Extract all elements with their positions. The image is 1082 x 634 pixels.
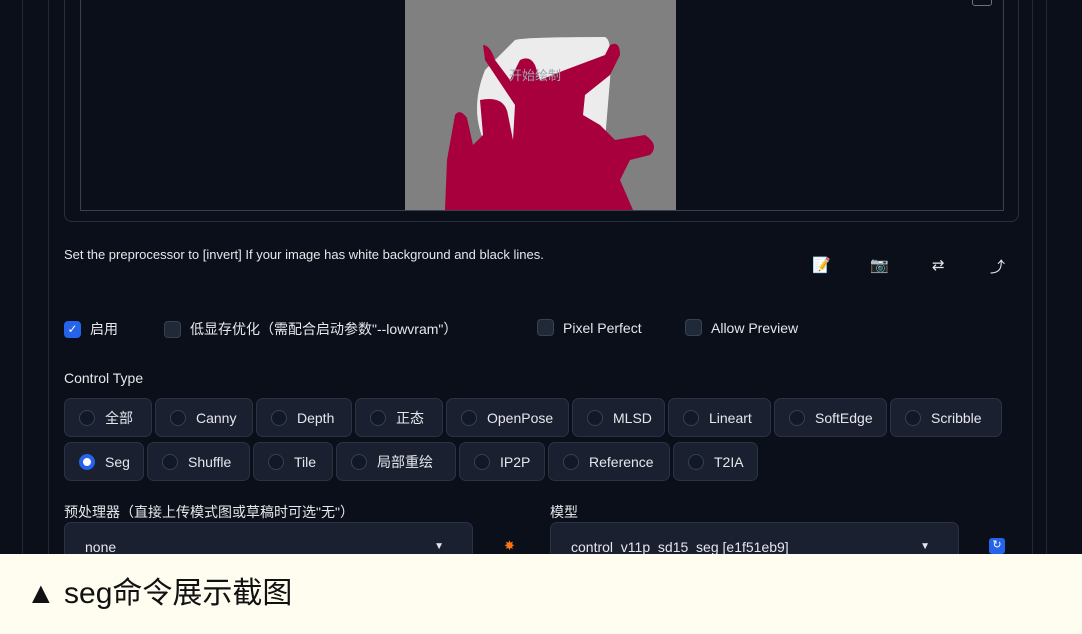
divider [22, 0, 23, 554]
checkbox-label: Allow Preview [711, 319, 799, 336]
radio-icon [461, 409, 477, 426]
radio-icon [688, 453, 704, 470]
radio-icon [271, 409, 287, 426]
option-label: Lineart [709, 409, 752, 426]
control-type-option[interactable]: IP2P [459, 442, 545, 481]
divider [48, 0, 49, 554]
control-type-option[interactable]: Scribble [890, 398, 1002, 437]
control-type-option[interactable]: SoftEdge [774, 398, 887, 437]
radio-icon [268, 453, 284, 470]
canvas-overlay-text: 开始绘制 [509, 68, 562, 83]
radio-icon [474, 453, 490, 470]
refresh-icon[interactable]: ↻ [989, 538, 1005, 554]
option-label: SoftEdge [815, 409, 873, 426]
control-type-row: Seg Shuffle Tile 局部重绘 IP2P Reference T2IA [64, 442, 758, 481]
option-label: OpenPose [487, 409, 554, 426]
radio-icon [170, 409, 186, 426]
control-type-option[interactable]: Lineart [668, 398, 771, 437]
control-type-option[interactable]: MLSD [572, 398, 665, 437]
radio-icon [162, 453, 178, 470]
swap-icon[interactable]: ⇄ [932, 256, 945, 274]
close-image-button[interactable] [972, 0, 992, 6]
option-label: MLSD [613, 409, 652, 426]
checkbox-box [164, 320, 181, 338]
control-type-option[interactable]: Seg [64, 442, 144, 481]
enable-checkbox[interactable]: ✓ 启用 [64, 319, 118, 339]
camera-icon[interactable]: 📷 [870, 256, 889, 274]
control-type-option[interactable]: Canny [155, 398, 253, 437]
control-type-option[interactable]: 全部 [64, 398, 152, 437]
control-type-option[interactable]: Tile [253, 442, 333, 481]
preprocessor-value: none [85, 539, 117, 555]
chevron-down-icon: ▼ [920, 541, 930, 552]
control-type-option[interactable]: OpenPose [446, 398, 569, 437]
radio-icon [789, 409, 805, 426]
option-label: 局部重绘 [377, 453, 433, 470]
divider [1046, 0, 1047, 554]
option-label: Canny [196, 409, 237, 426]
radio-icon [587, 409, 603, 426]
lowvram-checkbox[interactable]: 低显存优化（需配合启动参数"--lowvram"） [164, 319, 457, 339]
radio-icon [905, 409, 921, 426]
option-label: Scribble [931, 409, 982, 426]
radio-icon [683, 409, 699, 426]
option-label: Tile [294, 453, 317, 470]
pixel-perfect-checkbox[interactable]: Pixel Perfect [537, 319, 642, 336]
control-type-option[interactable]: Reference [548, 442, 670, 481]
preprocessor-label: 预处理器（直接上传模式图或草稿时可选"无"） [64, 504, 354, 520]
control-type-option[interactable]: T2IA [673, 442, 758, 481]
option-label: 正态 [396, 409, 424, 426]
divider [1032, 0, 1033, 554]
radio-icon [79, 409, 95, 426]
segmentation-image[interactable]: 开始绘制 [405, 0, 676, 210]
checkbox-box [537, 319, 554, 336]
control-type-option[interactable]: 正态 [355, 398, 443, 437]
control-type-label: Control Type [64, 370, 144, 386]
checkbox-label: Pixel Perfect [563, 319, 642, 336]
allow-preview-checkbox[interactable]: Allow Preview [685, 319, 798, 336]
send-dimensions-icon[interactable]: ⤴ [990, 256, 1005, 277]
radio-icon [370, 409, 386, 426]
option-label: Shuffle [188, 453, 232, 470]
model-value: control_v11p_sd15_seg [e1f51eb9] [571, 539, 789, 555]
checkbox-box [685, 319, 702, 336]
control-type-option[interactable]: Shuffle [147, 442, 250, 481]
checkbox-label: 启用 [90, 321, 118, 337]
run-preprocessor-icon[interactable]: ✸ [504, 538, 515, 554]
control-type-option[interactable]: Depth [256, 398, 352, 437]
option-label: Depth [297, 409, 335, 426]
control-type-row: 全部 Canny Depth 正态 OpenPose MLSD Lineart SoftEdg… [64, 398, 1002, 437]
radio-icon [79, 453, 95, 470]
preprocessor-hint: Set the preprocessor to [invert] If your… [64, 247, 544, 262]
control-type-option[interactable]: 局部重绘 [336, 442, 456, 481]
check-icon: ✓ [64, 320, 81, 338]
option-label: IP2P [500, 453, 531, 470]
radio-icon [563, 453, 579, 470]
chevron-down-icon: ▼ [434, 541, 444, 552]
option-label: Reference [589, 453, 654, 470]
model-label: 模型 [550, 504, 578, 520]
caption: ▲ seg命令展示截图 [0, 554, 1082, 634]
option-label: Seg [105, 453, 130, 470]
new-canvas-icon[interactable]: 📝 [812, 256, 831, 274]
radio-icon [351, 453, 367, 470]
option-label: T2IA [714, 453, 744, 470]
checkbox-label: 低显存优化（需配合启动参数"--lowvram"） [190, 321, 458, 337]
option-label: 全部 [105, 409, 133, 426]
